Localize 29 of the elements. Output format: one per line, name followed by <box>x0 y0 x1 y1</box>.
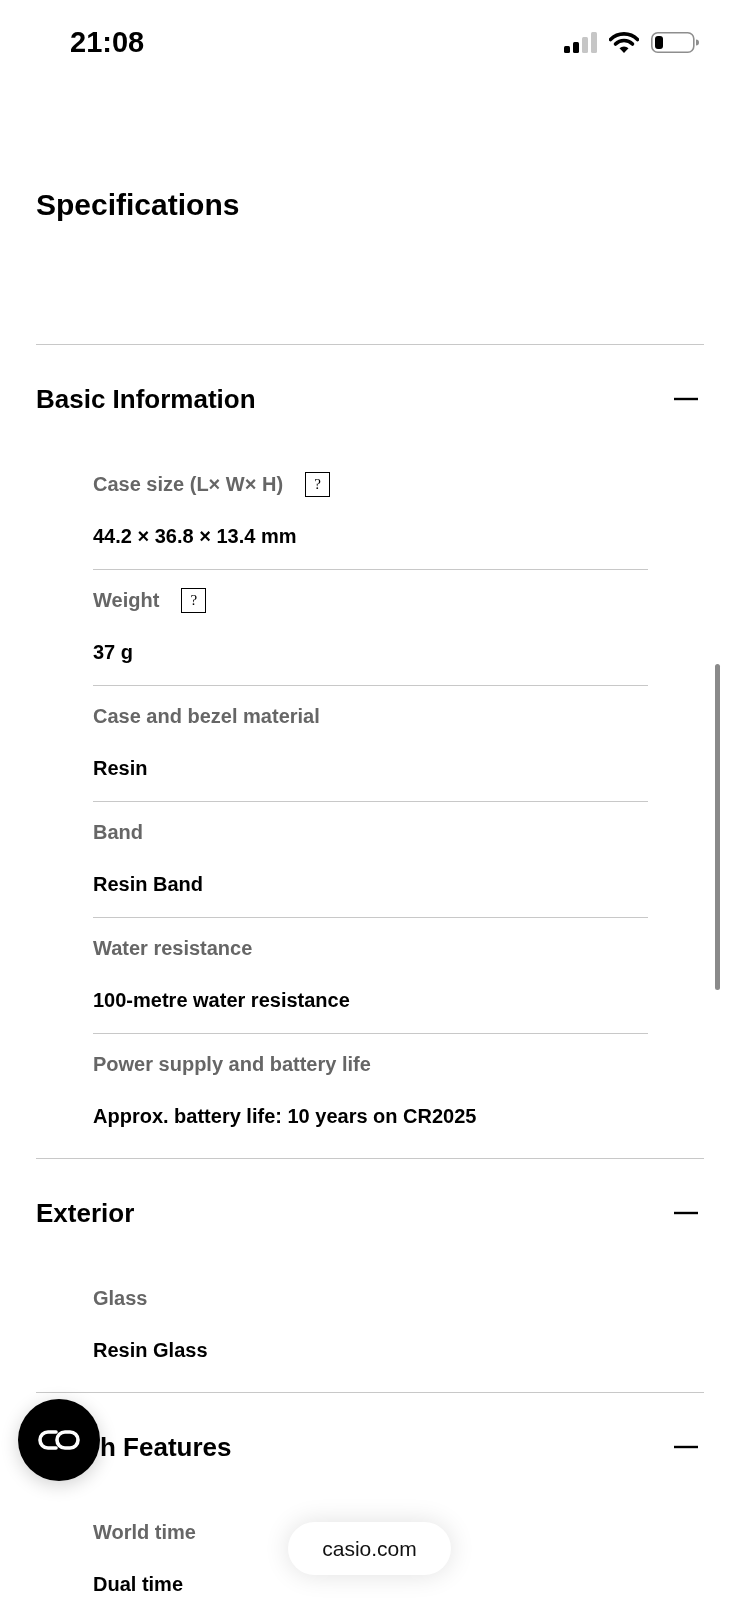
spec-label: World time <box>93 1520 196 1545</box>
battery-icon <box>651 31 699 53</box>
spec-label: Case and bezel material <box>93 704 320 729</box>
spec-label: Water resistance <box>93 936 253 961</box>
help-button[interactable]: ? <box>305 471 331 497</box>
page-title: Specifications <box>36 187 240 223</box>
status-time: 21:08 <box>70 25 145 59</box>
address-bar[interactable]: casio.com <box>288 1522 451 1575</box>
spec-value: 44.2 × 36.8 × 13.4 mm <box>93 524 297 549</box>
section-title: Basic Information <box>36 383 256 415</box>
section-title: Exterior <box>36 1197 135 1229</box>
section-title: h Features <box>100 1431 232 1463</box>
spec-value: Resin Glass <box>93 1338 208 1363</box>
signal-icon <box>564 31 597 53</box>
link-icon <box>37 1429 81 1451</box>
spec-value: Resin Band <box>93 872 204 897</box>
floating-action-button[interactable] <box>18 1399 100 1481</box>
spec-value: Approx. battery life: 10 years on CR2025 <box>93 1104 477 1129</box>
spec-label: Weight <box>93 588 160 613</box>
spec-label: Band <box>93 820 143 845</box>
spec-label: Glass <box>93 1286 148 1311</box>
help-button[interactable]: ? <box>181 587 207 613</box>
spec-label: Power supply and battery life <box>93 1052 371 1077</box>
spec-value: Resin <box>93 756 148 781</box>
spec-label: Case size (L× W× H) <box>93 472 284 497</box>
wifi-icon <box>609 31 639 53</box>
spec-value: 37 g <box>93 640 134 665</box>
spec-value: Dual time <box>93 1572 184 1597</box>
spec-value: 100-metre water resistance <box>93 988 350 1013</box>
